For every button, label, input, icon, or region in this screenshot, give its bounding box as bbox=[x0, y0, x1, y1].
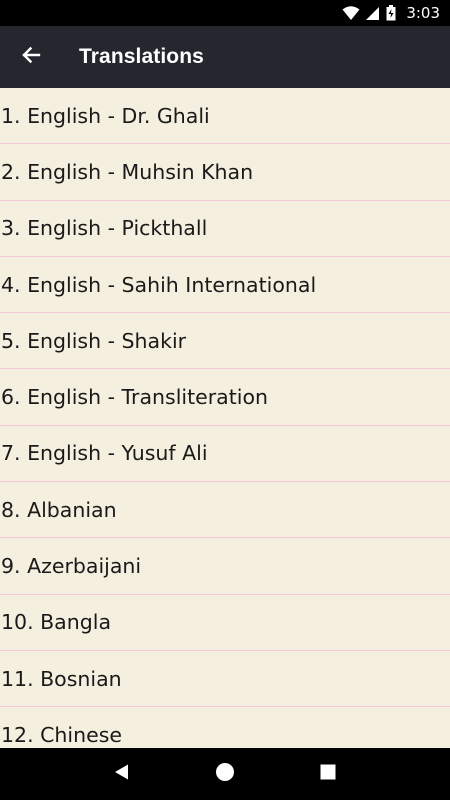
battery-icon bbox=[386, 5, 396, 21]
list-item[interactable]: 12. Chinese bbox=[0, 707, 450, 748]
home-circle-icon bbox=[215, 762, 235, 787]
app-bar: Translations bbox=[0, 26, 450, 88]
list-item[interactable]: 11. Bosnian bbox=[0, 651, 450, 708]
back-button[interactable] bbox=[0, 26, 62, 88]
list-item[interactable]: 8. Albanian bbox=[0, 482, 450, 539]
list-item[interactable]: 6. English - Transliteration bbox=[0, 369, 450, 426]
signal-icon bbox=[366, 6, 380, 21]
wifi-icon bbox=[342, 5, 360, 21]
translation-list[interactable]: 1. English - Dr. Ghali 2. English - Muhs… bbox=[0, 88, 450, 748]
status-time: 3:03 bbox=[406, 4, 440, 22]
recents-square-icon bbox=[319, 763, 337, 786]
nav-home-button[interactable] bbox=[205, 754, 245, 794]
back-triangle-icon bbox=[113, 763, 131, 786]
list-item[interactable]: 7. English - Yusuf Ali bbox=[0, 426, 450, 483]
page-title: Translations bbox=[79, 45, 204, 68]
list-item[interactable]: 1. English - Dr. Ghali bbox=[0, 88, 450, 145]
list-item[interactable]: 2. English - Muhsin Khan bbox=[0, 144, 450, 201]
list-item[interactable]: 9. Azerbaijani bbox=[0, 538, 450, 595]
navigation-bar bbox=[0, 748, 450, 800]
status-bar: 3:03 bbox=[0, 0, 450, 26]
list-item[interactable]: 3. English - Pickthall bbox=[0, 201, 450, 257]
arrow-back-icon bbox=[21, 45, 41, 70]
nav-back-button[interactable] bbox=[102, 754, 142, 794]
list-item[interactable]: 10. Bangla bbox=[0, 595, 450, 651]
nav-recents-button[interactable] bbox=[308, 754, 348, 794]
list-item[interactable]: 5. English - Shakir bbox=[0, 313, 450, 370]
list-item[interactable]: 4. English - Sahih International bbox=[0, 257, 450, 314]
